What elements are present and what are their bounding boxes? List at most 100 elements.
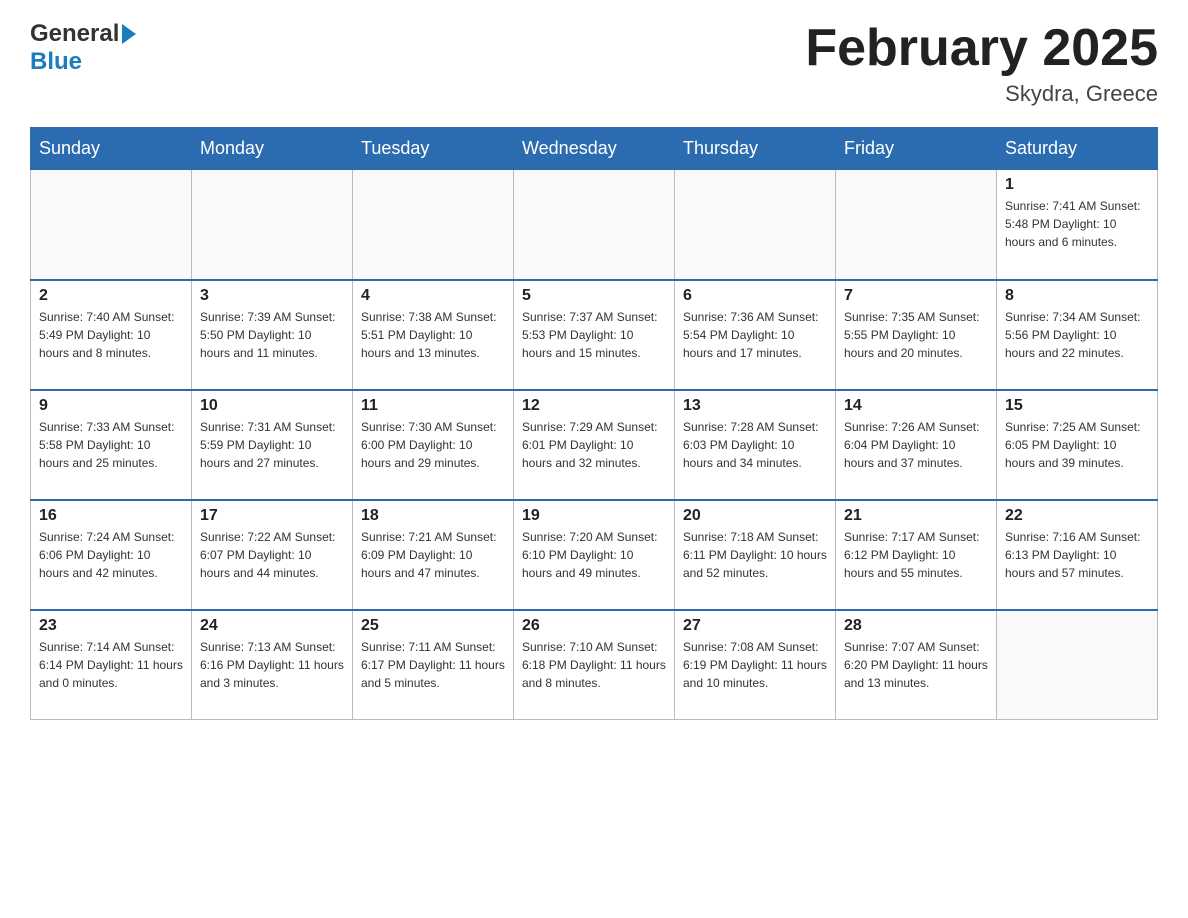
calendar-day-cell: 9 Sunrise: 7:33 AM Sunset: 5:58 PM Daylig… <box>31 390 192 500</box>
day-info: Sunrise: 7:30 AM Sunset: 6:00 PM Dayligh… <box>361 418 505 472</box>
location-label: Skydra, Greece <box>805 81 1158 107</box>
calendar-day-cell: 22 Sunrise: 7:16 AM Sunset: 6:13 PM Dayli… <box>997 500 1158 610</box>
calendar-day-cell: 3 Sunrise: 7:39 AM Sunset: 5:50 PM Daylig… <box>192 280 353 390</box>
calendar-day-cell: 17 Sunrise: 7:22 AM Sunset: 6:07 PM Dayli… <box>192 500 353 610</box>
day-info: Sunrise: 7:14 AM Sunset: 6:14 PM Dayligh… <box>39 638 183 692</box>
day-number: 1 <box>1005 176 1149 194</box>
calendar-day-cell <box>353 170 514 280</box>
calendar-header-row: SundayMondayTuesdayWednesdayThursdayFrid… <box>31 128 1158 170</box>
calendar-day-cell: 15 Sunrise: 7:25 AM Sunset: 6:05 PM Dayli… <box>997 390 1158 500</box>
day-number: 4 <box>361 287 505 305</box>
day-info: Sunrise: 7:39 AM Sunset: 5:50 PM Dayligh… <box>200 308 344 362</box>
day-number: 15 <box>1005 397 1149 415</box>
calendar-day-cell <box>675 170 836 280</box>
month-title: February 2025 <box>805 20 1158 77</box>
day-number: 13 <box>683 397 827 415</box>
calendar-day-cell: 16 Sunrise: 7:24 AM Sunset: 6:06 PM Dayli… <box>31 500 192 610</box>
day-number: 17 <box>200 507 344 525</box>
day-number: 2 <box>39 287 183 305</box>
calendar-day-cell <box>836 170 997 280</box>
logo-arrow-icon <box>122 24 136 44</box>
calendar-day-cell: 24Sunrise: 7:13 AM Sunset: 6:16 PM Dayli… <box>192 610 353 720</box>
day-number: 8 <box>1005 287 1149 305</box>
day-info: Sunrise: 7:33 AM Sunset: 5:58 PM Dayligh… <box>39 418 183 472</box>
calendar-day-cell: 1 Sunrise: 7:41 AM Sunset: 5:48 PM Daylig… <box>997 170 1158 280</box>
calendar-day-cell: 20Sunrise: 7:18 AM Sunset: 6:11 PM Dayli… <box>675 500 836 610</box>
calendar-day-cell: 19Sunrise: 7:20 AM Sunset: 6:10 PM Dayli… <box>514 500 675 610</box>
calendar-day-cell <box>997 610 1158 720</box>
calendar-day-cell: 2 Sunrise: 7:40 AM Sunset: 5:49 PM Daylig… <box>31 280 192 390</box>
day-info: Sunrise: 7:24 AM Sunset: 6:06 PM Dayligh… <box>39 528 183 582</box>
day-number: 27 <box>683 617 827 635</box>
calendar-day-cell: 26 Sunrise: 7:10 AM Sunset: 6:18 PM Dayli… <box>514 610 675 720</box>
day-number: 28 <box>844 617 988 635</box>
logo-general-text: General <box>30 20 119 48</box>
calendar-day-cell: 14 Sunrise: 7:26 AM Sunset: 6:04 PM Dayli… <box>836 390 997 500</box>
day-info: Sunrise: 7:21 AM Sunset: 6:09 PM Dayligh… <box>361 528 505 582</box>
day-info: Sunrise: 7:36 AM Sunset: 5:54 PM Dayligh… <box>683 308 827 362</box>
calendar-table: SundayMondayTuesdayWednesdayThursdayFrid… <box>30 127 1158 720</box>
day-number: 10 <box>200 397 344 415</box>
calendar-day-cell: 8 Sunrise: 7:34 AM Sunset: 5:56 PM Daylig… <box>997 280 1158 390</box>
day-info: Sunrise: 7:25 AM Sunset: 6:05 PM Dayligh… <box>1005 418 1149 472</box>
calendar-day-cell <box>31 170 192 280</box>
day-info: Sunrise: 7:40 AM Sunset: 5:49 PM Dayligh… <box>39 308 183 362</box>
title-section: February 2025 Skydra, Greece <box>805 20 1158 107</box>
calendar-day-cell: 21 Sunrise: 7:17 AM Sunset: 6:12 PM Dayli… <box>836 500 997 610</box>
day-info: Sunrise: 7:11 AM Sunset: 6:17 PM Dayligh… <box>361 638 505 692</box>
day-number: 12 <box>522 397 666 415</box>
day-number: 16 <box>39 507 183 525</box>
calendar-day-cell: 12 Sunrise: 7:29 AM Sunset: 6:01 PM Dayli… <box>514 390 675 500</box>
day-number: 6 <box>683 287 827 305</box>
calendar-day-cell: 10 Sunrise: 7:31 AM Sunset: 5:59 PM Dayli… <box>192 390 353 500</box>
day-info: Sunrise: 7:31 AM Sunset: 5:59 PM Dayligh… <box>200 418 344 472</box>
day-number: 19 <box>522 507 666 525</box>
calendar-day-header: Tuesday <box>353 128 514 170</box>
calendar-day-cell: 25 Sunrise: 7:11 AM Sunset: 6:17 PM Dayli… <box>353 610 514 720</box>
calendar-day-cell: 18Sunrise: 7:21 AM Sunset: 6:09 PM Dayli… <box>353 500 514 610</box>
day-number: 14 <box>844 397 988 415</box>
calendar-week-row: 2 Sunrise: 7:40 AM Sunset: 5:49 PM Daylig… <box>31 280 1158 390</box>
calendar-day-header: Saturday <box>997 128 1158 170</box>
calendar-day-cell <box>192 170 353 280</box>
day-number: 23 <box>39 617 183 635</box>
logo-blue-text: Blue <box>30 48 82 76</box>
day-info: Sunrise: 7:07 AM Sunset: 6:20 PM Dayligh… <box>844 638 988 692</box>
day-info: Sunrise: 7:29 AM Sunset: 6:01 PM Dayligh… <box>522 418 666 472</box>
calendar-day-header: Friday <box>836 128 997 170</box>
day-info: Sunrise: 7:17 AM Sunset: 6:12 PM Dayligh… <box>844 528 988 582</box>
day-number: 11 <box>361 397 505 415</box>
day-info: Sunrise: 7:38 AM Sunset: 5:51 PM Dayligh… <box>361 308 505 362</box>
day-info: Sunrise: 7:22 AM Sunset: 6:07 PM Dayligh… <box>200 528 344 582</box>
day-info: Sunrise: 7:16 AM Sunset: 6:13 PM Dayligh… <box>1005 528 1149 582</box>
day-info: Sunrise: 7:08 AM Sunset: 6:19 PM Dayligh… <box>683 638 827 692</box>
day-info: Sunrise: 7:34 AM Sunset: 5:56 PM Dayligh… <box>1005 308 1149 362</box>
day-number: 26 <box>522 617 666 635</box>
calendar-day-header: Wednesday <box>514 128 675 170</box>
day-info: Sunrise: 7:37 AM Sunset: 5:53 PM Dayligh… <box>522 308 666 362</box>
day-info: Sunrise: 7:41 AM Sunset: 5:48 PM Dayligh… <box>1005 197 1149 251</box>
day-info: Sunrise: 7:10 AM Sunset: 6:18 PM Dayligh… <box>522 638 666 692</box>
calendar-week-row: 9 Sunrise: 7:33 AM Sunset: 5:58 PM Daylig… <box>31 390 1158 500</box>
calendar-day-cell: 4 Sunrise: 7:38 AM Sunset: 5:51 PM Daylig… <box>353 280 514 390</box>
calendar-day-cell: 7Sunrise: 7:35 AM Sunset: 5:55 PM Daylig… <box>836 280 997 390</box>
day-number: 21 <box>844 507 988 525</box>
day-info: Sunrise: 7:28 AM Sunset: 6:03 PM Dayligh… <box>683 418 827 472</box>
day-number: 9 <box>39 397 183 415</box>
calendar-week-row: 1 Sunrise: 7:41 AM Sunset: 5:48 PM Daylig… <box>31 170 1158 280</box>
day-number: 3 <box>200 287 344 305</box>
day-info: Sunrise: 7:26 AM Sunset: 6:04 PM Dayligh… <box>844 418 988 472</box>
day-number: 7 <box>844 287 988 305</box>
calendar-week-row: 16 Sunrise: 7:24 AM Sunset: 6:06 PM Dayli… <box>31 500 1158 610</box>
calendar-day-cell: 13 Sunrise: 7:28 AM Sunset: 6:03 PM Dayli… <box>675 390 836 500</box>
calendar-day-cell: 11 Sunrise: 7:30 AM Sunset: 6:00 PM Dayli… <box>353 390 514 500</box>
calendar-day-cell: 5Sunrise: 7:37 AM Sunset: 5:53 PM Daylig… <box>514 280 675 390</box>
day-number: 24 <box>200 617 344 635</box>
day-number: 22 <box>1005 507 1149 525</box>
calendar-day-cell: 6 Sunrise: 7:36 AM Sunset: 5:54 PM Daylig… <box>675 280 836 390</box>
calendar-day-header: Thursday <box>675 128 836 170</box>
calendar-week-row: 23 Sunrise: 7:14 AM Sunset: 6:14 PM Dayli… <box>31 610 1158 720</box>
calendar-day-cell: 27 Sunrise: 7:08 AM Sunset: 6:19 PM Dayli… <box>675 610 836 720</box>
day-info: Sunrise: 7:18 AM Sunset: 6:11 PM Dayligh… <box>683 528 827 582</box>
day-number: 25 <box>361 617 505 635</box>
